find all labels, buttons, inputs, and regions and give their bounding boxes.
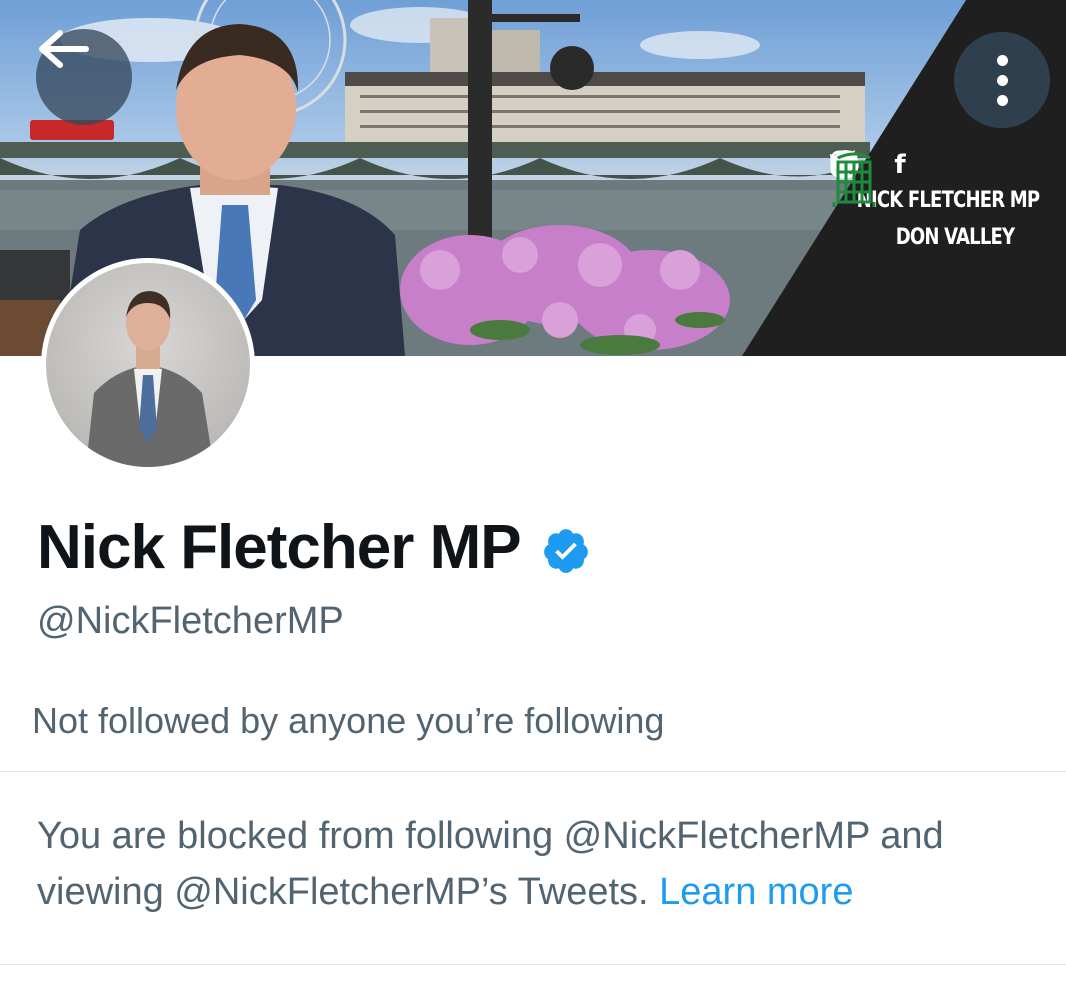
- learn-more-link[interactable]: Learn more: [659, 871, 853, 913]
- more-options-button[interactable]: [954, 32, 1050, 128]
- portcullis-icon: [832, 152, 876, 207]
- back-button[interactable]: [36, 29, 132, 125]
- banner-branding: f NICK FLETCHER MP DON VALLEY: [830, 150, 1066, 250]
- banner-title: NICK FLETCHER MP: [856, 188, 1040, 213]
- followers-you-know[interactable]: Not followed by anyone you’re following: [32, 700, 664, 742]
- display-name: Nick Fletcher MP: [37, 512, 591, 583]
- facebook-icon: f: [894, 150, 906, 180]
- profile-avatar[interactable]: [41, 258, 255, 472]
- more-vertical-icon: [996, 54, 1008, 106]
- profile-handle: @NickFletcherMP: [37, 600, 344, 642]
- blocked-notice: You are blocked from following @NickFlet…: [37, 808, 1047, 920]
- divider: [0, 964, 1066, 965]
- twitter-icon: [830, 150, 999, 180]
- display-name-text: Nick Fletcher MP: [37, 513, 522, 582]
- verified-badge-icon[interactable]: [541, 526, 591, 576]
- globe-icon: [831, 150, 1041, 180]
- social-icons-row: f: [830, 150, 1066, 180]
- banner-subtitle: DON VALLEY: [895, 225, 1015, 250]
- avatar-photo: [46, 263, 250, 467]
- divider: [0, 771, 1066, 772]
- instagram-icon: [830, 150, 957, 180]
- arrow-left-icon: [39, 30, 89, 68]
